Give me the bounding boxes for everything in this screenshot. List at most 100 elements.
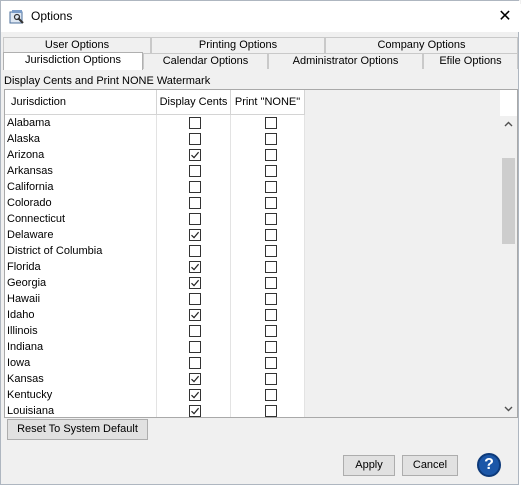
print-none-checkbox[interactable]: [265, 181, 277, 193]
apply-button[interactable]: Apply: [343, 455, 395, 476]
jurisdiction-name: Iowa: [5, 355, 157, 371]
display-cents-cell: [157, 131, 231, 147]
jurisdiction-name: Indiana: [5, 339, 157, 355]
display-cents-checkbox[interactable]: [189, 181, 201, 193]
display-cents-checkbox[interactable]: [189, 373, 201, 385]
tab-printing-options[interactable]: Printing Options: [151, 37, 325, 53]
display-cents-checkbox[interactable]: [189, 389, 201, 401]
print-none-checkbox[interactable]: [265, 149, 277, 161]
table-row: Idaho: [5, 307, 305, 323]
print-none-checkbox[interactable]: [265, 277, 277, 289]
display-cents-checkbox[interactable]: [189, 117, 201, 129]
display-cents-checkbox[interactable]: [189, 325, 201, 337]
print-none-cell: [231, 403, 305, 417]
display-cents-checkbox[interactable]: [189, 197, 201, 209]
tab-administrator-options[interactable]: Administrator Options: [268, 53, 423, 69]
table-row: District of Columbia: [5, 243, 305, 259]
print-none-cell: [231, 387, 305, 403]
print-none-checkbox[interactable]: [265, 309, 277, 321]
tab-efile-options[interactable]: Efile Options: [423, 53, 518, 69]
table-row: Indiana: [5, 339, 305, 355]
jurisdiction-name: California: [5, 179, 157, 195]
scroll-up-icon[interactable]: [500, 116, 517, 133]
display-cents-cell: [157, 227, 231, 243]
print-none-checkbox[interactable]: [265, 229, 277, 241]
print-none-checkbox[interactable]: [265, 373, 277, 385]
print-none-checkbox[interactable]: [265, 341, 277, 353]
display-cents-checkbox[interactable]: [189, 165, 201, 177]
tab-user-options[interactable]: User Options: [3, 37, 151, 53]
jurisdiction-name: Connecticut: [5, 211, 157, 227]
print-none-checkbox[interactable]: [265, 213, 277, 225]
display-cents-checkbox[interactable]: [189, 309, 201, 321]
print-none-cell: [231, 227, 305, 243]
vertical-scrollbar[interactable]: [500, 116, 517, 417]
print-none-cell: [231, 179, 305, 195]
print-none-cell: [231, 339, 305, 355]
display-cents-checkbox[interactable]: [189, 293, 201, 305]
scroll-down-icon[interactable]: [500, 400, 517, 417]
table-grid: Jurisdiction Display Cents Print "NONE" …: [5, 90, 305, 417]
display-cents-checkbox[interactable]: [189, 149, 201, 161]
panel-label: Display Cents and Print NONE Watermark: [4, 75, 211, 87]
column-header-jurisdiction[interactable]: Jurisdiction: [5, 90, 157, 115]
print-none-checkbox[interactable]: [265, 357, 277, 369]
jurisdiction-name: Arizona: [5, 147, 157, 163]
jurisdiction-name: Delaware: [5, 227, 157, 243]
column-header-print-none[interactable]: Print "NONE": [231, 90, 305, 115]
display-cents-checkbox[interactable]: [189, 133, 201, 145]
print-none-checkbox[interactable]: [265, 117, 277, 129]
options-dialog: Options ✕ User Options Printing Options …: [0, 0, 520, 485]
scrollbar-thumb[interactable]: [502, 158, 515, 244]
table-row: Hawaii: [5, 291, 305, 307]
display-cents-checkbox[interactable]: [189, 213, 201, 225]
display-cents-cell: [157, 371, 231, 387]
jurisdiction-table: Jurisdiction Display Cents Print "NONE" …: [4, 89, 518, 418]
help-icon[interactable]: ?: [477, 453, 501, 477]
cancel-button[interactable]: Cancel: [402, 455, 458, 476]
table-row: Alabama: [5, 115, 305, 131]
jurisdiction-name: Arkansas: [5, 163, 157, 179]
display-cents-cell: [157, 387, 231, 403]
display-cents-cell: [157, 339, 231, 355]
jurisdiction-name: Alabama: [5, 115, 157, 131]
print-none-checkbox[interactable]: [265, 293, 277, 305]
table-row: Arizona: [5, 147, 305, 163]
jurisdiction-name: Louisiana: [5, 403, 157, 417]
print-none-checkbox[interactable]: [265, 133, 277, 145]
close-icon[interactable]: ✕: [495, 7, 515, 27]
print-none-checkbox[interactable]: [265, 389, 277, 401]
display-cents-checkbox[interactable]: [189, 229, 201, 241]
options-app-icon: [9, 9, 25, 25]
table-row: Connecticut: [5, 211, 305, 227]
display-cents-cell: [157, 323, 231, 339]
print-none-checkbox[interactable]: [265, 165, 277, 177]
print-none-cell: [231, 115, 305, 131]
table-row: Georgia: [5, 275, 305, 291]
print-none-cell: [231, 371, 305, 387]
display-cents-cell: [157, 275, 231, 291]
print-none-cell: [231, 259, 305, 275]
tab-company-options[interactable]: Company Options: [325, 37, 518, 53]
display-cents-checkbox[interactable]: [189, 245, 201, 257]
column-header-display-cents[interactable]: Display Cents: [157, 90, 231, 115]
tab-jurisdiction-options[interactable]: Jurisdiction Options: [3, 52, 143, 70]
reset-to-system-default-button[interactable]: Reset To System Default: [7, 419, 148, 440]
print-none-cell: [231, 355, 305, 371]
print-none-checkbox[interactable]: [265, 245, 277, 257]
display-cents-checkbox[interactable]: [189, 261, 201, 273]
jurisdiction-name: Kentucky: [5, 387, 157, 403]
display-cents-checkbox[interactable]: [189, 405, 201, 417]
print-none-checkbox[interactable]: [265, 197, 277, 209]
tab-calendar-options[interactable]: Calendar Options: [143, 53, 268, 69]
title-bar: Options ✕: [1, 1, 520, 32]
print-none-checkbox[interactable]: [265, 405, 277, 417]
display-cents-cell: [157, 291, 231, 307]
display-cents-checkbox[interactable]: [189, 341, 201, 353]
jurisdiction-name: Illinois: [5, 323, 157, 339]
print-none-checkbox[interactable]: [265, 261, 277, 273]
display-cents-checkbox[interactable]: [189, 357, 201, 369]
print-none-checkbox[interactable]: [265, 325, 277, 337]
display-cents-cell: [157, 259, 231, 275]
display-cents-checkbox[interactable]: [189, 277, 201, 289]
